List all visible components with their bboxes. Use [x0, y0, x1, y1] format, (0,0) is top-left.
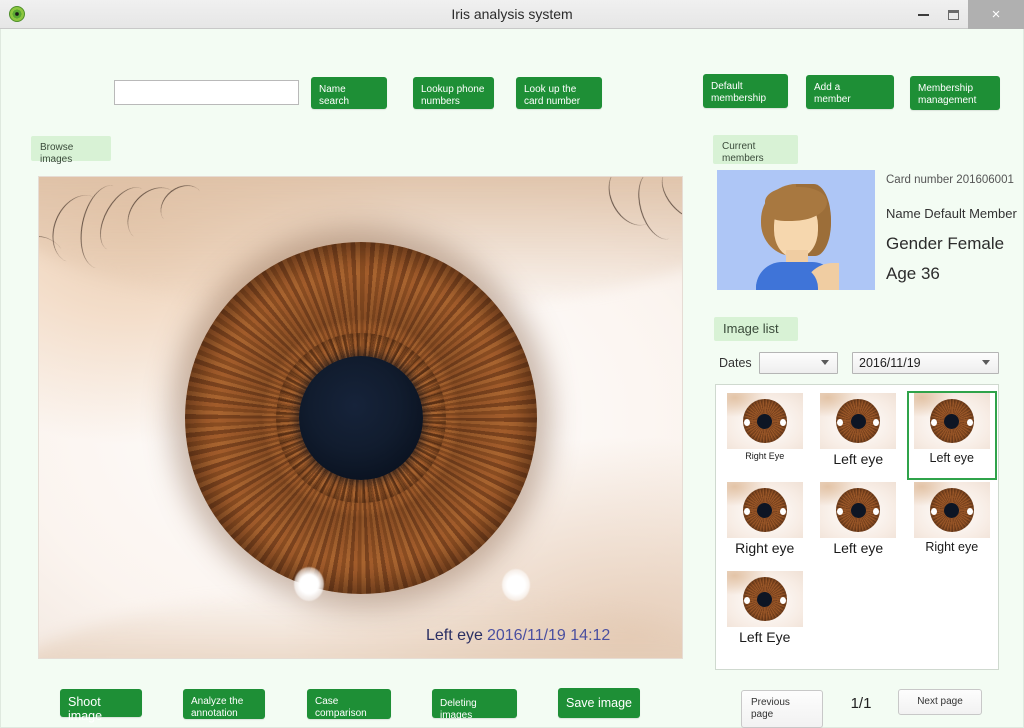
- date-filter-select[interactable]: [759, 352, 838, 374]
- avatar: [717, 170, 875, 290]
- thumb-glint: [779, 418, 786, 426]
- default-membership-button[interactable]: Default membership: [703, 74, 788, 108]
- membership-management-button[interactable]: Membership management: [910, 76, 1000, 110]
- image-caption: Left eye 2016/11/19 14:12: [426, 627, 610, 645]
- analyze-annotation-button[interactable]: Analyze the annotation: [183, 689, 265, 719]
- thumb-pupil: [944, 502, 960, 518]
- thumbnail-image: [726, 393, 803, 449]
- window-controls: ×: [908, 0, 1024, 29]
- minimize-button[interactable]: [908, 0, 938, 29]
- thumbnail-image: [726, 482, 803, 538]
- next-page-button[interactable]: Next page: [898, 689, 982, 715]
- thumb-pupil: [757, 502, 773, 518]
- thumbnail-label: Right eye: [735, 540, 795, 556]
- thumb-glint: [966, 507, 973, 515]
- window-title: Iris analysis system: [451, 6, 573, 22]
- main-iris-image[interactable]: Left eye 2016/11/19 14:12: [38, 176, 683, 659]
- name-search-button[interactable]: Name search: [311, 77, 387, 109]
- pupil-region: [298, 355, 423, 480]
- date-select[interactable]: 2016/11/19: [852, 352, 999, 374]
- shoot-image-button[interactable]: Shoot image: [60, 689, 142, 723]
- thumb-glint: [743, 507, 750, 515]
- thumb-pupil: [850, 413, 866, 429]
- thumbnail-label: Left eye: [929, 451, 974, 465]
- thumbnail-image: [820, 393, 897, 449]
- thumbnail-item-selected[interactable]: Left eye: [907, 391, 997, 480]
- case-comparison-button[interactable]: Case comparison: [307, 689, 391, 719]
- thumb-pupil: [757, 413, 773, 429]
- thumbnail-image: [726, 571, 803, 627]
- browse-images-tab[interactable]: Browse images: [31, 136, 111, 165]
- specular-highlight-left: [294, 567, 324, 601]
- image-caption-timestamp: 2016/11/19 14:12: [486, 627, 611, 644]
- maximize-icon: [947, 9, 959, 20]
- thumbnail-image: [820, 482, 897, 538]
- iris-eye-icon: [9, 6, 25, 22]
- app-window: Iris analysis system × Name search Looku…: [0, 0, 1024, 728]
- thumbnail-label: Right Eye: [745, 451, 785, 461]
- title-bar: Iris analysis system ×: [0, 0, 1024, 29]
- maximize-button[interactable]: [938, 0, 968, 29]
- thumbnail-image: [913, 482, 990, 538]
- thumbnail-row: Right eye Left eye Right eye: [716, 480, 998, 569]
- lookup-phone-numbers-button[interactable]: Lookup phone numbers: [413, 77, 494, 109]
- thumbnail-image: [913, 393, 990, 449]
- add-a-member-button[interactable]: Add a member: [806, 75, 894, 109]
- current-members-tab[interactable]: Current members: [713, 135, 798, 164]
- thumb-glint: [779, 596, 786, 604]
- image-caption-eye: Left eye: [426, 627, 483, 644]
- save-image-button[interactable]: Save image: [558, 688, 640, 718]
- member-age: Age 36: [886, 264, 940, 283]
- thumb-glint: [930, 507, 937, 515]
- thumb-glint: [966, 418, 973, 426]
- specular-highlight-right: [502, 569, 530, 601]
- thumbnail-grid: Right Eye Left eye Left eye Right eye Le…: [715, 384, 999, 670]
- thumb-glint: [779, 507, 786, 515]
- member-gender: Gender Female: [886, 234, 1005, 253]
- deleting-images-button[interactable]: Deleting images: [432, 689, 517, 721]
- thumb-glint: [743, 418, 750, 426]
- thumb-pupil: [850, 502, 866, 518]
- thumbnail-label: Left eye: [833, 451, 884, 467]
- iris-photo: Left eye 2016/11/19 14:12: [39, 177, 682, 658]
- thumbnail-row: Right Eye Left eye Left eye: [716, 391, 998, 480]
- previous-page-button[interactable]: Previous page: [741, 690, 823, 728]
- thumb-glint: [743, 596, 750, 604]
- avatar-torso: [756, 266, 818, 290]
- member-name: Name Default Member: [886, 206, 1017, 221]
- thumbnail-item[interactable]: Left eye: [814, 480, 904, 569]
- look-up-card-number-button[interactable]: Look up the card number: [516, 77, 602, 109]
- thumbnail-item[interactable]: Left Eye: [720, 569, 810, 658]
- thumb-pupil: [944, 413, 960, 429]
- search-input[interactable]: [114, 80, 299, 105]
- thumbnail-item[interactable]: Left eye: [814, 391, 904, 480]
- dates-label: Dates: [719, 356, 752, 370]
- thumbnail-row: Left Eye: [716, 569, 998, 658]
- thumb-pupil: [757, 591, 773, 607]
- minimize-icon: [917, 13, 929, 16]
- thumbnail-label: Right eye: [925, 540, 979, 554]
- page-indicator: 1/1: [850, 695, 872, 712]
- thumb-glint: [930, 418, 937, 426]
- thumbnail-label: Left eye: [833, 540, 884, 556]
- image-list-tab[interactable]: Image list: [714, 317, 798, 341]
- thumbnail-label: Left Eye: [739, 629, 791, 645]
- thumbnail-item[interactable]: Right eye: [907, 480, 997, 569]
- thumbnail-item[interactable]: Right Eye: [720, 391, 810, 480]
- close-button[interactable]: ×: [968, 0, 1024, 29]
- app-content: Name search Lookup phone numbers Look up…: [0, 29, 1024, 728]
- member-card-number: Card number 201606001: [886, 174, 1014, 186]
- thumbnail-item[interactable]: Right eye: [720, 480, 810, 569]
